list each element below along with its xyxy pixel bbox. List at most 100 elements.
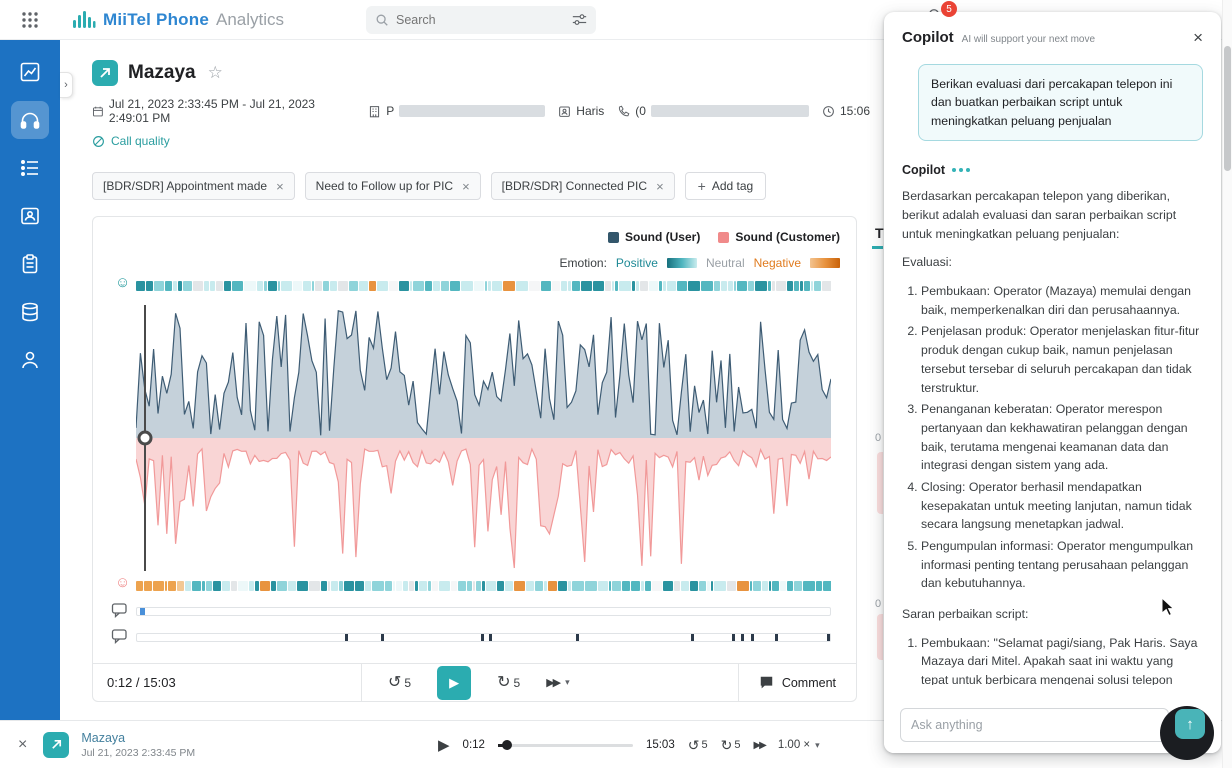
forward-icon: ↻ (497, 675, 510, 691)
skip-forward-value: 5 (514, 676, 521, 690)
waveform-area[interactable] (136, 301, 831, 575)
waveform-svg[interactable] (136, 301, 831, 575)
user-emotion-face-icon: ☺ (115, 275, 130, 290)
emotion-segment (737, 281, 747, 291)
send-button[interactable]: ↑ (1175, 709, 1205, 739)
chevron-down-icon[interactable]: ▾ (565, 677, 570, 688)
comment-button[interactable]: Comment (738, 664, 856, 701)
player-meta: Mazaya Jul 21, 2023 2:33:45 PM (81, 731, 195, 759)
player-seek-slider[interactable] (498, 744, 633, 747)
scrollbar-thumb[interactable] (1224, 46, 1231, 171)
tag-remove-icon[interactable]: × (462, 179, 470, 194)
search-icon (375, 13, 389, 27)
comment-marker[interactable] (481, 634, 484, 641)
sidebar-item-list[interactable] (0, 144, 60, 192)
call-header: Mazaya ☆ (92, 60, 883, 86)
copilot-panel: Copilot AI will support your next move ×… (884, 12, 1221, 753)
sidebar-expand-button[interactable]: › (60, 72, 73, 98)
transcript-tab-fragment[interactable]: T (875, 225, 884, 241)
call-quality-link[interactable]: Call quality (111, 134, 170, 148)
comment-marker[interactable] (751, 634, 754, 641)
skip-forward-button[interactable]: ↻5 (497, 675, 520, 691)
sidebar-item-users[interactable] (0, 336, 60, 384)
emotion-segment (823, 581, 831, 591)
emotion-segment (192, 581, 201, 591)
comment-marker[interactable] (489, 634, 492, 641)
comment-marker[interactable] (576, 634, 579, 641)
person-icon (19, 349, 41, 371)
comment-track-user[interactable] (136, 607, 831, 616)
player-skip-forward[interactable]: ↻5 (721, 737, 741, 754)
emotion-segment (734, 281, 736, 291)
comment-marker[interactable] (827, 634, 830, 641)
emotion-segment (231, 581, 237, 591)
emotion-segment (505, 581, 513, 591)
emotion-negative-label: Negative (754, 256, 801, 270)
comment-marker[interactable] (345, 634, 348, 641)
headphones-icon (19, 109, 41, 131)
logo-text-primary: MiiTel Phone (103, 10, 209, 30)
comment-marker[interactable] (691, 634, 694, 641)
emotion-segment (355, 581, 364, 591)
emotion-segment (535, 581, 543, 591)
comment-marker[interactable] (775, 634, 778, 641)
comment-label: Comment (782, 676, 836, 690)
comment-marker[interactable] (381, 634, 384, 641)
search-box[interactable] (366, 6, 596, 34)
player-play-button[interactable]: ▶ (438, 736, 450, 754)
player-fast-forward[interactable]: ▶▶ (753, 740, 764, 751)
user-waveform-fill (136, 311, 831, 438)
emotion-segment (772, 581, 779, 591)
comment-marker[interactable] (732, 634, 735, 641)
page-scrollbar[interactable] (1222, 0, 1232, 768)
emotion-segment (428, 581, 431, 591)
search-input[interactable] (396, 13, 565, 27)
emotion-segment (681, 581, 689, 591)
sidebar-item-reports[interactable] (0, 240, 60, 288)
player-close-icon[interactable]: × (18, 736, 27, 754)
close-icon[interactable]: × (1193, 29, 1203, 46)
tag-chip[interactable]: Need to Follow up for PIC× (305, 172, 481, 200)
sidebar-item-data[interactable] (0, 288, 60, 336)
tag-remove-icon[interactable]: × (656, 179, 664, 194)
emotion-segment (667, 281, 676, 291)
sidebar-item-analytics[interactable] (0, 48, 60, 96)
emotion-segment (605, 281, 611, 291)
sidebar-item-calls[interactable] (0, 96, 60, 144)
favorite-star-icon[interactable]: ☆ (208, 63, 223, 83)
emotion-segment (260, 581, 270, 591)
emotion-segment (399, 281, 409, 291)
saran-heading: Saran perbaikan script: (902, 605, 1203, 624)
comment-track-customer[interactable] (136, 633, 831, 642)
add-tag-button[interactable]: +Add tag (685, 172, 767, 200)
emotion-segment (762, 581, 768, 591)
comment-marker[interactable] (741, 634, 744, 641)
player-speed-selector[interactable]: 1.00 ×▾ (778, 739, 820, 751)
sidebar-item-contacts[interactable] (0, 192, 60, 240)
tag-chip[interactable]: [BDR/SDR] Appointment made× (92, 172, 295, 200)
emotion-segment (787, 581, 793, 591)
playhead-handle[interactable] (139, 432, 151, 444)
fast-forward-button[interactable]: ▶▶▾ (546, 676, 569, 689)
emotion-segment (238, 581, 248, 591)
emotion-segment (281, 281, 292, 291)
ask-anything-input[interactable] (900, 708, 1169, 742)
emotion-segment (293, 281, 302, 291)
player-skip-back[interactable]: ↺5 (688, 737, 708, 754)
emotion-segment (249, 581, 254, 591)
clock-icon (822, 105, 835, 118)
filter-tune-icon[interactable] (572, 13, 587, 27)
response-intro: Berdasarkan percakapan telepon yang dibe… (902, 187, 1203, 243)
time-display: 0:12 / 15:03 (93, 675, 361, 690)
emotion-segment (165, 581, 167, 591)
app-launcher-icon[interactable] (0, 11, 60, 29)
emotion-neutral-label: Neutral (706, 256, 745, 270)
play-button[interactable]: ▶ (437, 666, 471, 700)
emotion-segment (514, 581, 525, 591)
player-seek-thumb[interactable] (502, 740, 512, 750)
tag-remove-icon[interactable]: × (276, 179, 284, 194)
skip-back-button[interactable]: ↺5 (388, 675, 411, 691)
comment-marker[interactable] (140, 608, 145, 615)
tag-chip[interactable]: [BDR/SDR] Connected PIC× (491, 172, 675, 200)
copilot-subtitle: AI will support your next move (962, 34, 1095, 45)
